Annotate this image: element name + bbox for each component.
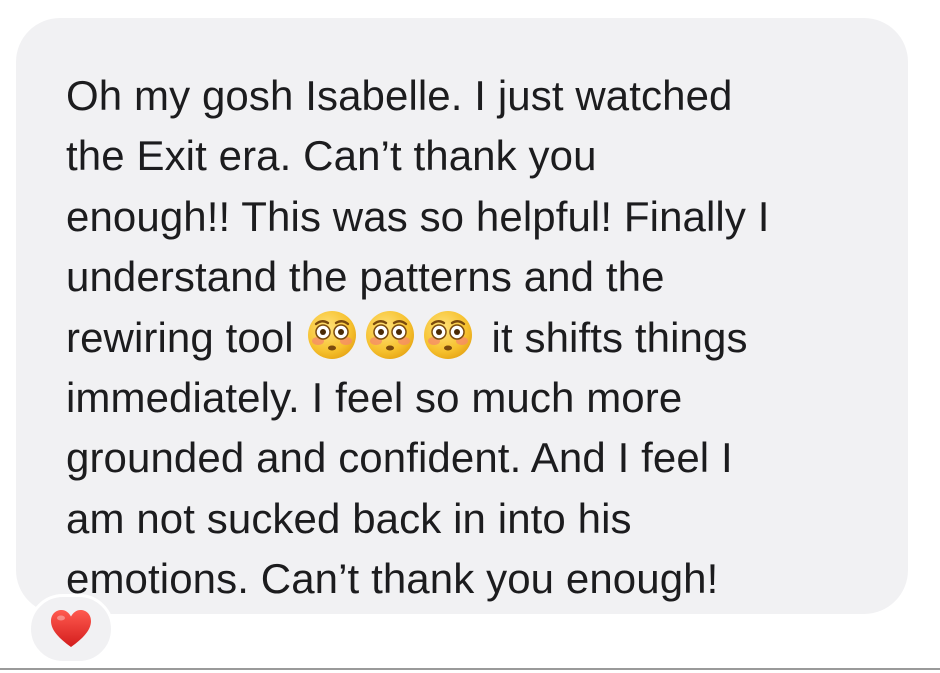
message-line-2: the Exit era. Can’t thank you [66, 132, 597, 180]
message-line-4: understand the patterns and the [66, 253, 665, 301]
red-heart-icon [51, 610, 91, 647]
flushed-face-emoji-icon [422, 309, 474, 361]
heart-reaction-badge[interactable] [28, 594, 114, 664]
flushed-face-emoji-icon [306, 309, 358, 361]
message-line-5-end: it shifts things [491, 313, 748, 361]
message-line-6: immediately. I feel so much more [66, 374, 683, 422]
message-line-8: am not sucked back in into his [66, 494, 632, 542]
bottom-divider [0, 668, 940, 670]
message-line-3: enough!! This was so helpful! Finally I [66, 192, 770, 240]
message-screen: Oh my gosh Isabelle. I just watched the … [0, 0, 940, 673]
message-line-7: grounded and confident. And I feel I [66, 434, 733, 482]
message-line-5-start: rewiring tool [66, 313, 294, 361]
message-line-1: Oh my gosh Isabelle. I just watched [66, 72, 733, 119]
message-text: Oh my gosh Isabelle. I just watched the … [66, 66, 906, 610]
message-line-9: emotions. Can’t thank you enough! [66, 555, 719, 603]
message-bubble[interactable]: Oh my gosh Isabelle. I just watched the … [16, 18, 908, 614]
message-line-5: rewiring tool it shifts things [66, 308, 906, 368]
flushed-face-emoji-icon [364, 309, 416, 361]
